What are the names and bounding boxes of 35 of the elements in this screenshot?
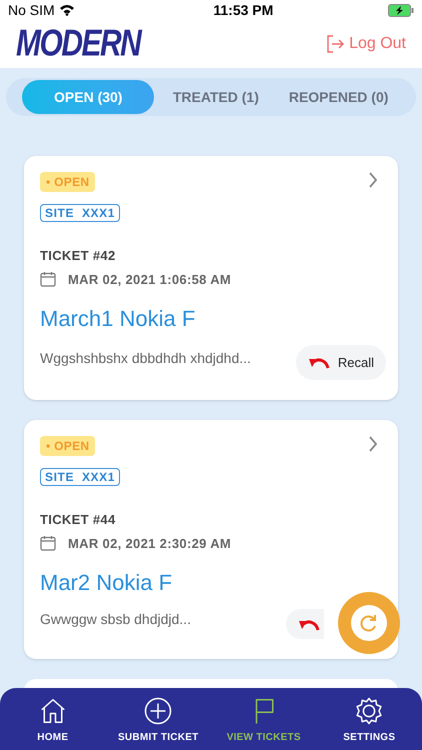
status-badge: • OPEN [40, 172, 96, 192]
nav-tab[interactable]: VIEW TICKETS [211, 696, 316, 745]
ticket-card[interactable]: • OPEN SITE XXX1 TICKET #44 MAR 02, 2021 2:30:29 AM Mar2 Nokia F Gwwggw sbsb dhdjdjd... [24, 420, 398, 658]
ticket-description: Wggshshbshx dbbdhdh xhdjdhd... [40, 348, 251, 368]
settings-icon [354, 696, 384, 726]
recall-button[interactable] [286, 608, 324, 638]
refresh-icon [359, 613, 379, 633]
chevron-right-icon [368, 172, 378, 188]
ticket-title: Mar2 Nokia F [40, 569, 174, 596]
chevron-right-icon [368, 436, 378, 452]
ticket-card[interactable]: • OPEN SITE XXX1 TICKET #42 MAR 02, 2021 1:06:58 AM March1 Nokia F Wggshshbshx dbbdhdh xhdjdhd... Recall [24, 156, 398, 400]
nav-tab[interactable]: HOME [0, 696, 106, 745]
plus-circle-icon [143, 696, 174, 726]
ticket-date: MAR 02, 2021 1:06:58 AM [68, 270, 232, 288]
logo: MODERN [16, 25, 140, 63]
wifi-icon [58, 4, 75, 16]
tab[interactable]: REOPENED (0) [277, 80, 400, 114]
clock: 11:53 PM [213, 0, 274, 20]
logout-icon [325, 34, 346, 54]
calendar-icon [40, 535, 56, 552]
ticket-date: MAR 02, 2021 2:30:29 AM [68, 534, 232, 552]
nav-tab[interactable]: SUBMIT TICKET [106, 696, 211, 745]
ticket-description: Gwwggw sbsb dhdjdjd... [40, 610, 191, 629]
battery-icon [388, 4, 414, 16]
ticket-title: March1 Nokia F [40, 305, 196, 332]
ticket-number: TICKET #42 [40, 247, 116, 265]
ticket-number: TICKET #44 [40, 511, 116, 529]
nav-tab[interactable]: SETTINGS [316, 696, 422, 745]
site-tag: SITE XXX1 [40, 468, 120, 486]
tab[interactable]: TREATED (1) [154, 80, 278, 114]
carrier-label: No SIM [8, 0, 55, 20]
recall-button[interactable]: Recall [296, 344, 386, 380]
status-badge: • OPEN [40, 436, 96, 456]
site-tag: SITE XXX1 [40, 204, 120, 222]
calendar-icon [40, 271, 56, 288]
